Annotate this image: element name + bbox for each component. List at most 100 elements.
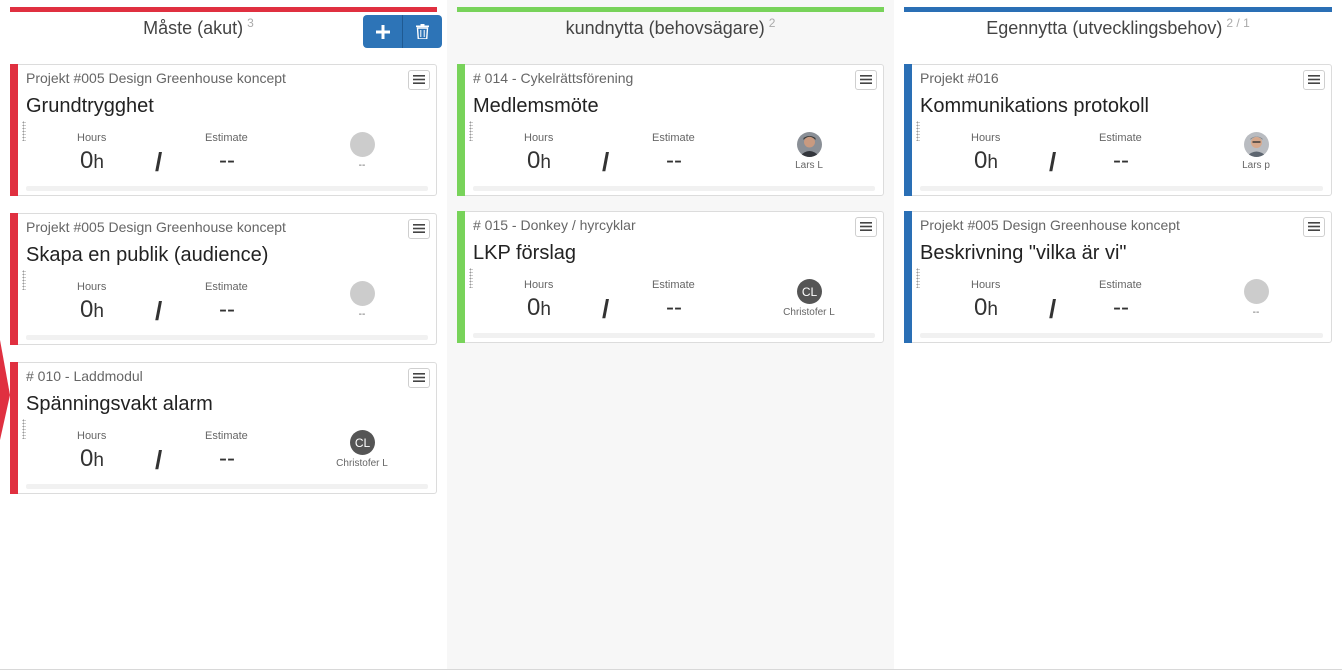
- plus-icon: [375, 24, 390, 39]
- avatar: CL: [350, 430, 375, 455]
- hours-label: Hours: [77, 430, 107, 442]
- column-color-bar: [457, 7, 884, 12]
- assignee-name: --: [1252, 307, 1260, 318]
- estimate-label: Estimate: [1099, 132, 1142, 144]
- card-color-stripe: [904, 211, 912, 343]
- hours-label: Hours: [524, 132, 554, 144]
- progress-bar: [26, 335, 428, 340]
- card-title[interactable]: Beskrivning "vilka är vi": [920, 242, 1126, 265]
- hours-label: Hours: [971, 279, 1001, 291]
- card-project: Projekt #016: [920, 70, 999, 86]
- column-maste-akut: Måste (akut) 3 Projekt #005 Design Greenh…: [0, 0, 447, 670]
- column-title: kundnytta (behovsägare): [565, 18, 765, 38]
- hours-estimate-separator: /: [155, 296, 163, 326]
- card-title[interactable]: LKP förslag: [473, 242, 576, 265]
- estimate-value: --: [1113, 147, 1129, 174]
- hamburger-icon: [413, 71, 425, 89]
- hours-label: Hours: [524, 279, 554, 291]
- hours-estimate-separator: /: [155, 147, 163, 177]
- card-menu-button[interactable]: [1303, 70, 1325, 90]
- estimate-value: --: [666, 147, 682, 174]
- task-card[interactable]: Projekt #005 Design Greenhouse koncept G…: [10, 64, 437, 196]
- card-title[interactable]: Kommunikations protokoll: [920, 95, 1149, 118]
- column-title: Egennytta (utvecklingsbehov): [986, 18, 1223, 38]
- column-kundnytta: kundnytta (behovsägare) 2 # 014 - Cykelrä…: [447, 0, 894, 670]
- hours-estimate-separator: /: [602, 147, 610, 177]
- drag-handle-icon[interactable]: [22, 419, 26, 439]
- trash-icon: [416, 24, 429, 39]
- estimate-label: Estimate: [205, 281, 248, 293]
- assignee-name: Christofer L: [783, 307, 835, 318]
- hours-estimate-separator: /: [602, 294, 610, 324]
- card-menu-button[interactable]: [408, 70, 430, 90]
- drag-handle-icon[interactable]: [22, 121, 26, 141]
- hours-value: 0h: [527, 294, 551, 321]
- task-card[interactable]: Projekt #005 Design Greenhouse koncept S…: [10, 213, 437, 345]
- card-menu-button[interactable]: [855, 217, 877, 237]
- hamburger-icon: [1308, 218, 1320, 236]
- hours-value: 0h: [974, 147, 998, 174]
- hamburger-icon: [860, 71, 872, 89]
- card-project: Projekt #005 Design Greenhouse koncept: [26, 70, 286, 86]
- drag-handle-icon[interactable]: [916, 268, 920, 288]
- card-project: # 014 - Cykelrättsförening: [473, 70, 634, 86]
- hamburger-icon: [860, 218, 872, 236]
- estimate-value: --: [219, 147, 235, 174]
- card-color-stripe: [904, 64, 912, 196]
- task-card[interactable]: # 015 - Donkey / hyrcyklar LKP förslag H…: [457, 211, 884, 343]
- avatar: CL: [797, 279, 822, 304]
- assignee-name: Lars L: [795, 160, 823, 171]
- column-egennytta: Egennytta (utvecklingsbehov) 2 / 1 Projek…: [894, 0, 1342, 670]
- assignee-name: Lars p: [1242, 160, 1270, 171]
- card-menu-button[interactable]: [408, 368, 430, 388]
- progress-bar: [920, 333, 1323, 338]
- progress-bar: [473, 186, 875, 191]
- task-card[interactable]: # 010 - Laddmodul Spänningsvakt alarm Ho…: [10, 362, 437, 494]
- delete-column-button[interactable]: [402, 15, 442, 48]
- avatar: [797, 132, 822, 157]
- estimate-value: --: [219, 296, 235, 323]
- card-project: # 010 - Laddmodul: [26, 368, 143, 384]
- column-header: kundnytta (behovsägare) 2: [447, 16, 894, 39]
- card-menu-button[interactable]: [855, 70, 877, 90]
- card-color-stripe: [457, 64, 465, 196]
- hamburger-icon: [413, 369, 425, 387]
- progress-bar: [473, 333, 875, 338]
- assignee-name: --: [358, 160, 366, 171]
- assignee-name: Christofer L: [336, 458, 388, 469]
- hours-label: Hours: [971, 132, 1001, 144]
- card-title[interactable]: Spänningsvakt alarm: [26, 393, 213, 416]
- drag-handle-icon[interactable]: [22, 270, 26, 290]
- column-actions: [363, 15, 442, 48]
- card-title[interactable]: Skapa en publik (audience): [26, 244, 268, 267]
- estimate-label: Estimate: [1099, 279, 1142, 291]
- card-title[interactable]: Medlemsmöte: [473, 95, 599, 118]
- task-card[interactable]: Projekt #016 Kommunikations protokoll Ho…: [904, 64, 1332, 196]
- card-color-stripe: [10, 64, 18, 196]
- hours-value: 0h: [80, 445, 104, 472]
- column-color-bar: [904, 7, 1332, 12]
- drag-handle-icon[interactable]: [469, 121, 473, 141]
- column-color-bar: [10, 7, 437, 12]
- column-title: Måste (akut): [143, 18, 244, 38]
- card-menu-button[interactable]: [1303, 217, 1325, 237]
- task-card[interactable]: # 014 - Cykelrättsförening Medlemsmöte H…: [457, 64, 884, 196]
- hours-label: Hours: [77, 132, 107, 144]
- progress-bar: [26, 186, 428, 191]
- drag-handle-icon[interactable]: [916, 121, 920, 141]
- drag-handle-icon[interactable]: [469, 268, 473, 288]
- card-color-stripe: [10, 213, 18, 345]
- task-card[interactable]: Projekt #005 Design Greenhouse koncept B…: [904, 211, 1332, 343]
- estimate-label: Estimate: [652, 132, 695, 144]
- hours-value: 0h: [80, 296, 104, 323]
- hours-value: 0h: [80, 147, 104, 174]
- estimate-value: --: [219, 445, 235, 472]
- column-header: Egennytta (utvecklingsbehov) 2 / 1: [894, 16, 1342, 39]
- card-menu-button[interactable]: [408, 219, 430, 239]
- add-card-button[interactable]: [363, 15, 402, 48]
- card-title[interactable]: Grundtrygghet: [26, 95, 154, 118]
- column-count: 2: [768, 16, 776, 30]
- card-color-stripe: [457, 211, 465, 343]
- avatar: [350, 132, 375, 157]
- estimate-label: Estimate: [205, 132, 248, 144]
